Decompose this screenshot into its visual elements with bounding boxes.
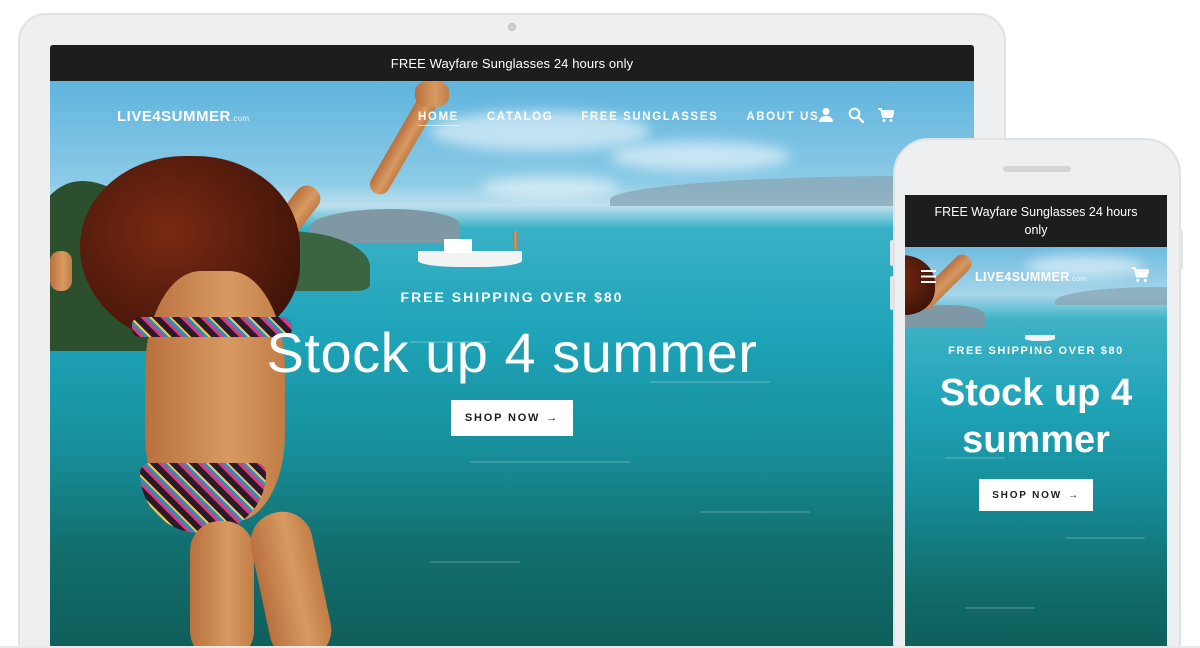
mobile-hero-heading: Stock up 4 summer (939, 372, 1133, 461)
mobile-site-logo[interactable]: LIVE4SUMMER.com (975, 270, 1086, 284)
mobile-logo-suffix: .com (1069, 276, 1087, 283)
nav-home[interactable]: HOME (418, 111, 459, 126)
header-icons (818, 107, 894, 123)
arrow-right-icon: → (546, 412, 560, 424)
main-nav: HOME CATALOG FREE SUNGLASSES ABOUT US (418, 111, 847, 126)
mobile-hero-caption: FREE SHIPPING OVER $80 (948, 345, 1124, 357)
phone-side-button (890, 240, 894, 266)
hero-caption: FREE SHIPPING OVER $80 (400, 289, 624, 305)
mobile-cart-icon[interactable] (1131, 267, 1149, 283)
shop-now-label: SHOP NOW (464, 412, 541, 424)
mobile-shop-now-button[interactable]: SHOP NOW → (979, 479, 1093, 511)
shop-now-button[interactable]: SHOP NOW → (451, 400, 573, 436)
mobile-logo-name: LIVE4SUMMER (975, 270, 1070, 284)
announcement-bar: FREE Wayfare Sunglasses 24 hours only (50, 45, 974, 81)
nav-about-us[interactable]: ABOUT US (746, 111, 819, 126)
phone-volume-button (890, 276, 894, 310)
arrow-right-icon: → (1067, 489, 1080, 501)
logo-name: LIVE4SUMMER (117, 108, 231, 125)
mobile-screen: FREE Wayfare Sunglasses 24 hours only LI… (905, 195, 1167, 648)
search-icon[interactable] (848, 107, 864, 123)
cart-icon[interactable] (878, 107, 894, 123)
logo-suffix: .com (230, 114, 250, 123)
menu-icon[interactable] (921, 270, 936, 283)
mobile-shop-now-label: SHOP NOW (992, 489, 1062, 501)
nav-free-sunglasses[interactable]: FREE SUNGLASSES (581, 111, 718, 126)
site-logo[interactable]: LIVE4SUMMER.com (117, 108, 249, 125)
account-icon[interactable] (818, 107, 834, 123)
phone-power-button (1179, 230, 1183, 270)
announcement-text: FREE Wayfare Sunglasses 24 hours only (390, 55, 634, 71)
mobile-announcement-text: FREE Wayfare Sunglasses 24 hours only (934, 205, 1138, 237)
laptop-camera (508, 23, 516, 31)
nav-catalog[interactable]: CATALOG (487, 111, 553, 126)
hero-heading: Stock up 4 summer (266, 321, 758, 384)
mobile-announcement-bar: FREE Wayfare Sunglasses 24 hours only (905, 195, 1167, 247)
desktop-screen: FREE Wayfare Sunglasses 24 hours only LI… (50, 45, 974, 648)
phone-speaker (1003, 166, 1071, 172)
